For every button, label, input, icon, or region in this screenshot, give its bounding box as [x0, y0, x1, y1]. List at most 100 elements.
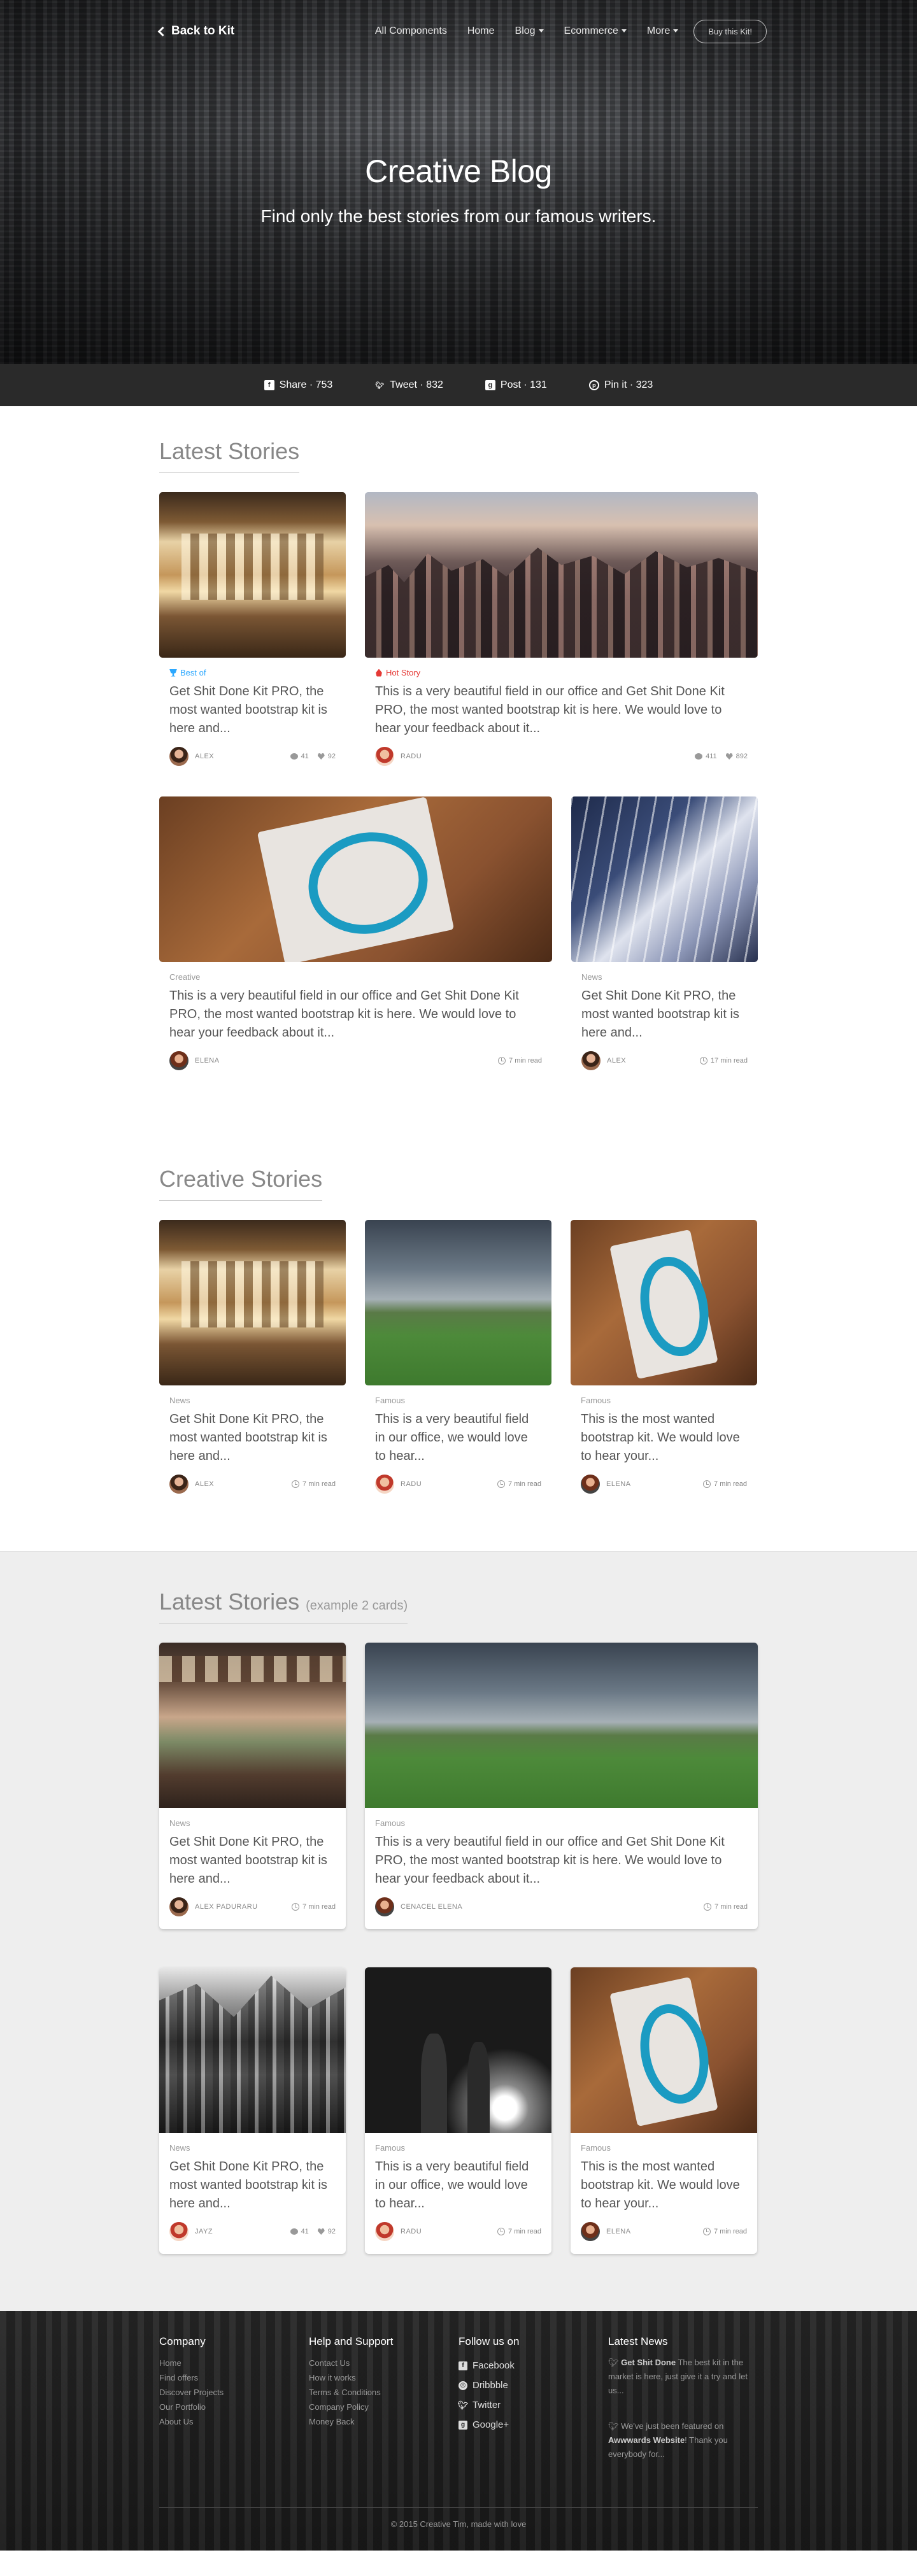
clock-icon [497, 1480, 506, 1488]
story-title[interactable]: Get Shit Done Kit PRO, the most wanted b… [169, 683, 336, 738]
read-time: 17 min read [699, 1057, 748, 1065]
share-pinterest-button[interactable]: p Pin it · 323 [588, 379, 653, 391]
footer-link-terms[interactable]: Terms & Conditions [309, 2385, 458, 2400]
story-image[interactable] [159, 492, 346, 658]
story-card[interactable]: News Get Shit Done Kit PRO, the most wan… [159, 1643, 346, 1929]
story-title[interactable]: This is a very beautiful field in our of… [375, 1833, 748, 1888]
follow-facebook-link[interactable]: f Facebook [458, 2356, 608, 2375]
hero-subtitle: Find only the best stories from our famo… [260, 206, 657, 226]
story-image[interactable] [159, 1967, 346, 2133]
share-google-button[interactable]: g Post · 131 [485, 379, 547, 391]
story-image[interactable] [159, 796, 552, 962]
story-title[interactable]: This is the most wanted bootstrap kit. W… [581, 2158, 747, 2213]
story-image[interactable] [365, 1220, 551, 1385]
story-card[interactable]: Best of Get Shit Done Kit PRO, the most … [159, 492, 346, 766]
story-title[interactable]: Get Shit Done Kit PRO, the most wanted b… [581, 987, 748, 1042]
follow-twitter-link[interactable]: 🐦︎ Twitter [458, 2395, 608, 2415]
avatar [169, 1051, 188, 1070]
story-title[interactable]: This is a very beautiful field in our of… [375, 1410, 541, 1466]
read-time: 7 min read [292, 1480, 336, 1488]
comments-count[interactable]: 41 [290, 753, 309, 760]
nav-home[interactable]: Home [467, 25, 495, 37]
story-card[interactable]: Famous This is the most wanted bootstrap… [571, 1967, 757, 2254]
author-name[interactable]: Radu [401, 2228, 422, 2235]
comments-count[interactable]: 41 [290, 2228, 309, 2235]
nav-ecommerce-dropdown[interactable]: Ecommerce [564, 25, 627, 37]
author-name[interactable]: Radu [401, 1480, 422, 1488]
back-to-kit-link[interactable]: Back to Kit [157, 24, 234, 38]
story-card[interactable]: Hot Story This is a very beautiful field… [365, 492, 758, 766]
buy-kit-button[interactable]: Buy this Kit! [693, 19, 767, 43]
follow-google-link[interactable]: g Google+ [458, 2415, 608, 2435]
story-title[interactable]: Get Shit Done Kit PRO, the most wanted b… [169, 2158, 336, 2213]
likes-count[interactable]: 92 [317, 2228, 336, 2235]
story-title[interactable]: This is a very beautiful field in our of… [169, 987, 542, 1042]
author-name[interactable]: Elena [606, 1480, 631, 1488]
story-image[interactable] [365, 1967, 551, 2133]
follow-dribbble-link[interactable]: ◎ Dribbble [458, 2375, 608, 2395]
footer-link-how-it-works[interactable]: How it works [309, 2370, 458, 2385]
story-title[interactable]: This is a very beautiful field in our of… [375, 2158, 541, 2213]
footer-link-our-portfolio[interactable]: Our Portfolio [159, 2400, 309, 2414]
story-card[interactable]: Famous This is a very beautiful field in… [365, 1220, 551, 1494]
story-image[interactable] [365, 1643, 758, 1808]
footer-link-company-policy[interactable]: Company Policy [309, 2400, 458, 2414]
story-category: Famous [375, 1818, 405, 1828]
story-meta: Elena 7 min read [581, 1475, 747, 1494]
author-name[interactable]: Jayz [195, 2228, 213, 2235]
story-meta: Jayz 41 92 [169, 2222, 336, 2241]
likes-count[interactable]: 892 [725, 753, 748, 760]
story-card[interactable]: News Get Shit Done Kit PRO, the most wan… [159, 1220, 346, 1494]
story-card[interactable]: News Get Shit Done Kit PRO, the most wan… [571, 796, 758, 1070]
story-image[interactable] [365, 492, 758, 658]
author-name[interactable]: Elena [195, 1057, 220, 1065]
likes-count[interactable]: 92 [317, 753, 336, 760]
story-image[interactable] [571, 1967, 757, 2133]
author-name[interactable]: Alex Paduraru [195, 1903, 258, 1911]
story-title[interactable]: This is the most wanted bootstrap kit. W… [581, 1410, 747, 1466]
story-card[interactable]: Famous This is a very beautiful field in… [365, 1967, 551, 2254]
share-pinterest-label: Pin it · 323 [604, 379, 653, 390]
story-card[interactable]: Famous This is the most wanted bootstrap… [571, 1220, 757, 1494]
story-image[interactable] [159, 1643, 346, 1808]
footer-link-about-us[interactable]: About Us [159, 2414, 309, 2429]
story-card[interactable]: Creative This is a very beautiful field … [159, 796, 552, 1070]
read-time: 7 min read [703, 1480, 747, 1488]
footer-link-contact-us[interactable]: Contact Us [309, 2356, 458, 2370]
story-title[interactable]: Get Shit Done Kit PRO, the most wanted b… [169, 1833, 336, 1888]
nav-blog-label: Blog [515, 25, 536, 36]
story-image[interactable] [571, 1220, 757, 1385]
author-name[interactable]: Alex [607, 1057, 626, 1065]
news-item[interactable]: 🐦︎ We've just been featured on Awwwards … [608, 2419, 758, 2461]
share-facebook-button[interactable]: f Share · 753 [264, 379, 333, 391]
comment-icon [290, 753, 298, 760]
section-title-note: (example 2 cards) [306, 1599, 408, 1613]
author-name[interactable]: Alex [195, 1480, 214, 1488]
footer-link-find-offers[interactable]: Find offers [159, 2370, 309, 2385]
story-title[interactable]: Get Shit Done Kit PRO, the most wanted b… [169, 1410, 336, 1466]
follow-dribbble-label: Dribbble [473, 2380, 508, 2391]
share-facebook-label: Share · 753 [279, 379, 333, 390]
avatar [375, 1897, 394, 1916]
nav-more-dropdown[interactable]: More [647, 25, 679, 37]
author-name[interactable]: Alex [195, 753, 214, 760]
avatar [581, 1475, 600, 1494]
story-card[interactable]: Famous This is a very beautiful field in… [365, 1643, 758, 1929]
news-item[interactable]: 🐦︎ Get Shit Done The best kit in the mar… [608, 2356, 758, 2398]
story-card[interactable]: News Get Shit Done Kit PRO, the most wan… [159, 1967, 346, 2254]
footer-link-home[interactable]: Home [159, 2356, 309, 2370]
nav-all-components[interactable]: All Components [375, 25, 447, 37]
author-name[interactable]: Radu [401, 753, 422, 760]
heart-icon [725, 753, 733, 760]
footer-link-discover-projects[interactable]: Discover Projects [159, 2385, 309, 2400]
footer-link-money-back[interactable]: Money Back [309, 2414, 458, 2429]
story-image[interactable] [571, 796, 758, 962]
story-title[interactable]: This is a very beautiful field in our of… [375, 683, 748, 738]
latest-stories-section: Latest Stories Best of Get Shit Done Kit… [0, 406, 917, 1128]
nav-blog-dropdown[interactable]: Blog [515, 25, 544, 37]
share-twitter-button[interactable]: 🐦︎ Tweet · 832 [374, 379, 443, 391]
author-name[interactable]: Cenacel Elena [401, 1903, 462, 1911]
author-name[interactable]: Elena [606, 2228, 631, 2235]
comments-count[interactable]: 411 [695, 753, 717, 760]
story-image[interactable] [159, 1220, 346, 1385]
